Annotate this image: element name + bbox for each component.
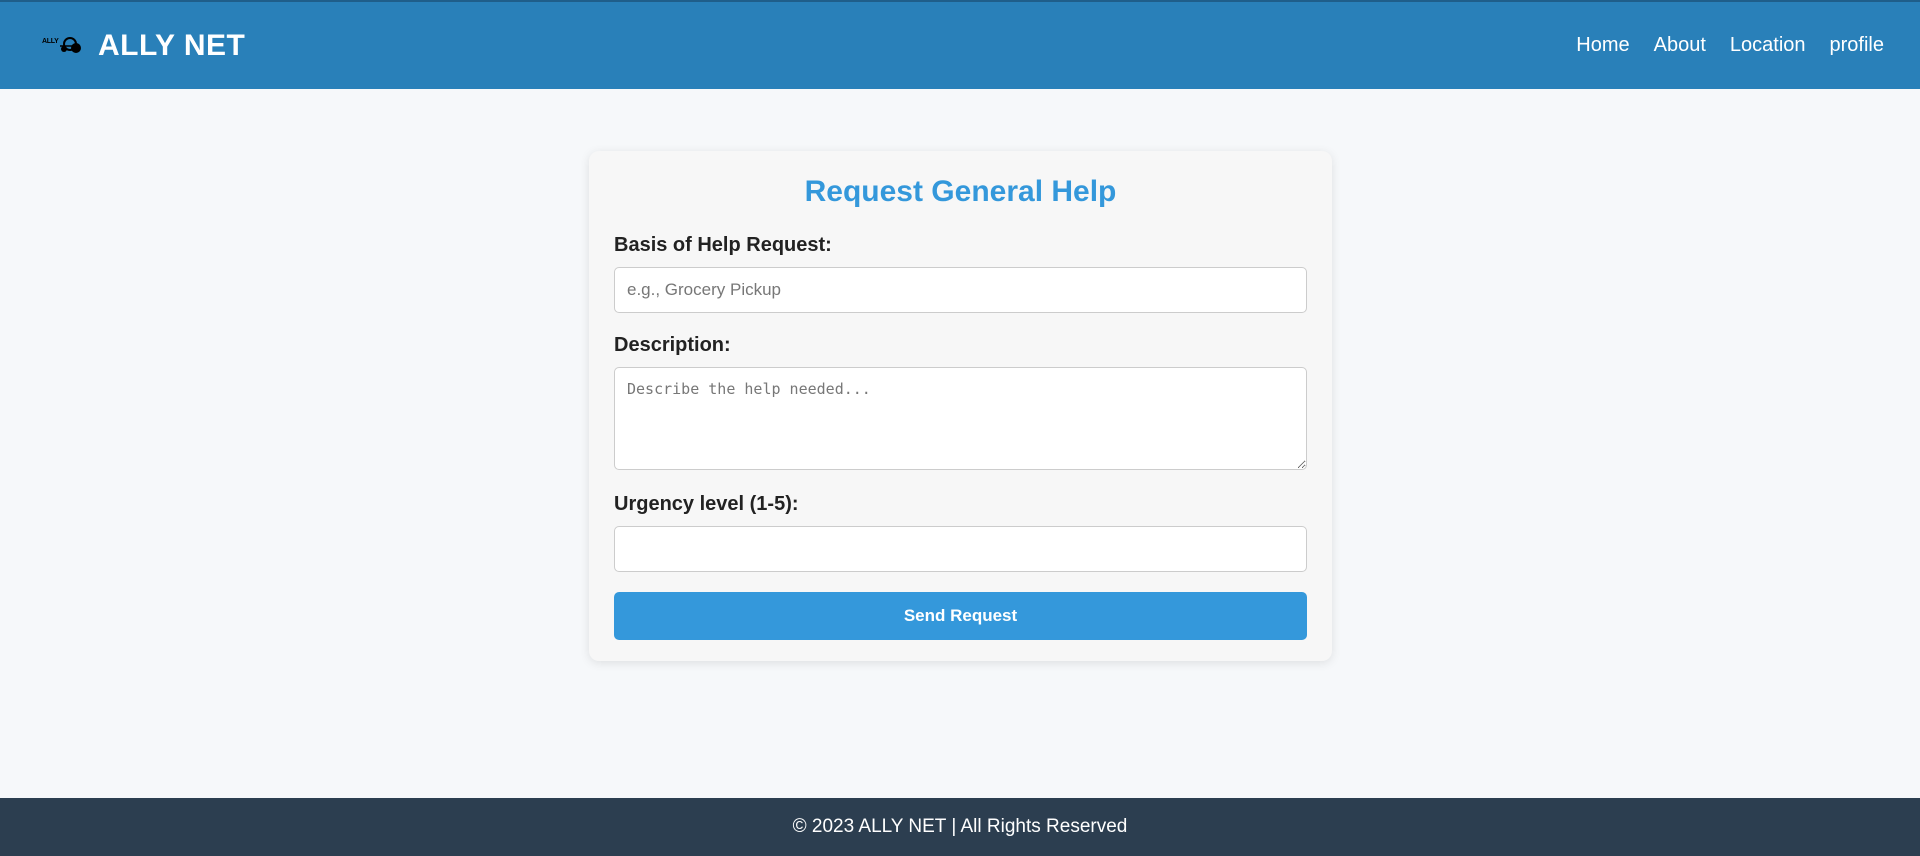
- urgency-label: Urgency level (1-5):: [614, 493, 799, 515]
- form-title: Request General Help: [804, 175, 1117, 208]
- help-request-card: Request General Help Basis of Help Reque…: [589, 151, 1332, 661]
- basis-label: Basis of Help Request:: [614, 234, 832, 256]
- description-textarea[interactable]: [614, 367, 1307, 470]
- nav-link-about[interactable]: About: [1654, 34, 1706, 57]
- description-label: Description:: [614, 334, 731, 356]
- site-footer: © 2023 ALLY NET | All Rights Reserved: [0, 798, 1920, 856]
- copyright-text: © 2023 ALLY NET | All Rights Reserved: [792, 816, 1128, 837]
- nav-link-home[interactable]: Home: [1576, 34, 1629, 57]
- urgency-input[interactable]: [614, 526, 1307, 572]
- logo-lettering: ALLY: [42, 37, 59, 45]
- send-request-button[interactable]: Send Request: [614, 592, 1307, 640]
- nav-link-location[interactable]: Location: [1730, 34, 1806, 57]
- nav-link-profile[interactable]: profile: [1830, 34, 1884, 57]
- ally-net-logo-icon: ALLY: [40, 33, 84, 59]
- site-brand-title[interactable]: ALLY NET: [98, 29, 245, 63]
- brand-block[interactable]: ALLY ALLY NET: [40, 29, 245, 63]
- main-nav: Home About Location profile: [1576, 34, 1884, 57]
- basis-input[interactable]: [614, 267, 1307, 313]
- site-header: ALLY ALLY NET Home About Location profil…: [0, 0, 1920, 89]
